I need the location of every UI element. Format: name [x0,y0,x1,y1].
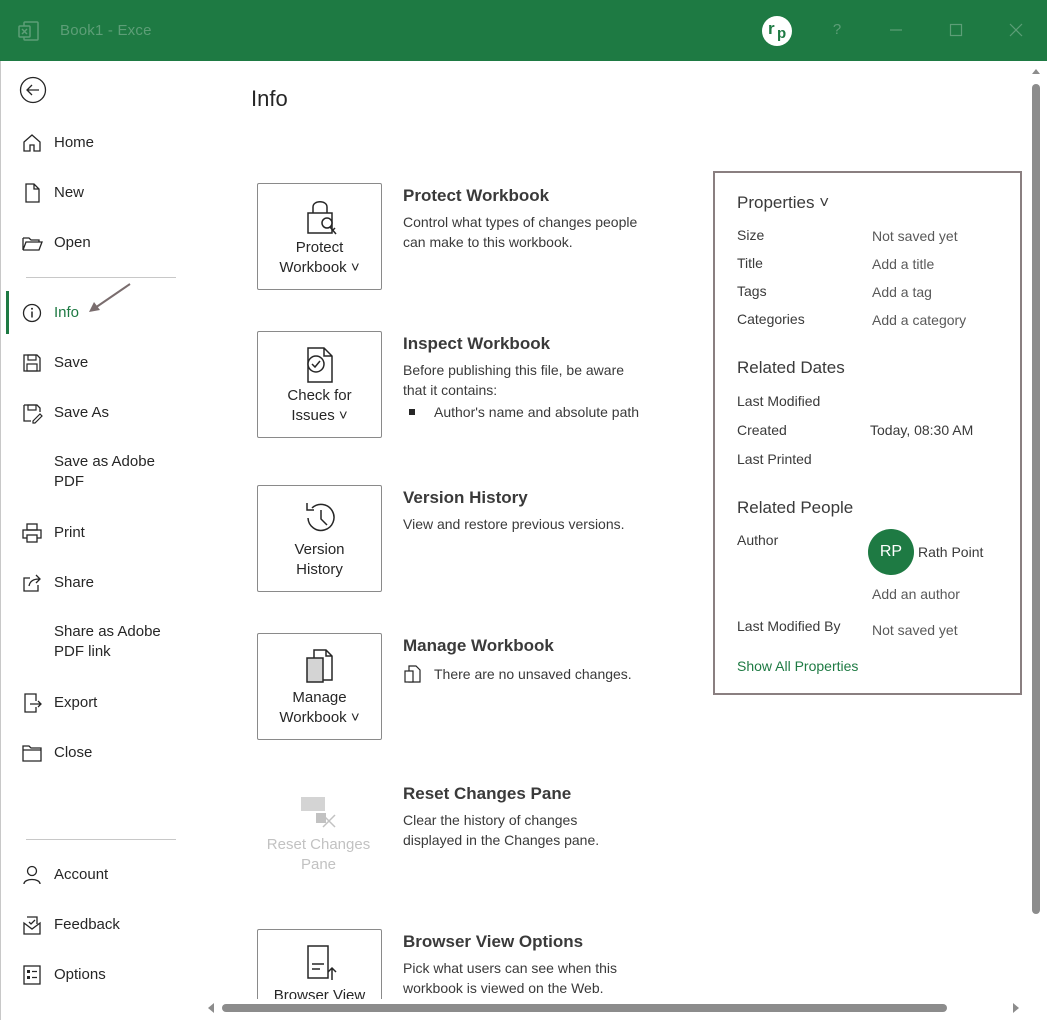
horizontal-scrollbar-thumb[interactable] [222,1004,947,1012]
vertical-scrollbar-thumb[interactable] [1032,84,1040,914]
property-label-categories: Categories [737,311,805,327]
button-label-line1: Browser View [273,987,366,999]
date-label-last-printed: Last Printed [737,451,812,467]
property-input-title[interactable]: Add a title [872,256,934,272]
date-value-created: Today, 08:30 AM [870,422,974,438]
property-label-tags: Tags [737,283,767,299]
last-modified-by-value: Not saved yet [872,622,958,638]
last-modified-by-label: Last Modified By [737,618,841,634]
property-input-categories[interactable]: Add a category [872,312,966,328]
section-title: Browser View Options [403,932,584,951]
date-label-created: Created [737,422,787,438]
scroll-left-icon[interactable] [205,1002,217,1014]
property-value-size: Not saved yet [872,228,958,244]
scroll-right-icon[interactable] [1010,1002,1022,1014]
browser-view-options-label: Browser View [258,986,381,999]
show-all-properties-link[interactable]: Show All Properties [737,658,858,674]
author-label: Author [737,532,779,548]
property-label-title: Title [737,255,763,271]
author-name[interactable]: Rath Point [918,544,983,560]
section-description: Pick what users can see when this workbo… [403,960,617,996]
browser-view-icon [307,945,337,980]
related-dates-heading: Related Dates [737,358,845,377]
properties-panel: Properties ˅ Size Not saved yet Title Ad… [713,171,1022,695]
related-people-heading: Related People [737,498,854,517]
property-label-size: Size [737,227,765,243]
date-label-last-modified: Last Modified [737,393,821,409]
scroll-up-icon[interactable] [1031,66,1041,76]
properties-dropdown[interactable]: Properties ˅ [737,193,829,213]
browser-view-options-section: Browser View Options Pick what users can… [403,930,683,998]
browser-view-options-button[interactable]: Browser View [257,929,382,999]
add-author-input[interactable]: Add an author [872,586,960,602]
author-avatar[interactable]: RP [868,529,914,575]
property-input-tags[interactable]: Add a tag [872,284,932,300]
